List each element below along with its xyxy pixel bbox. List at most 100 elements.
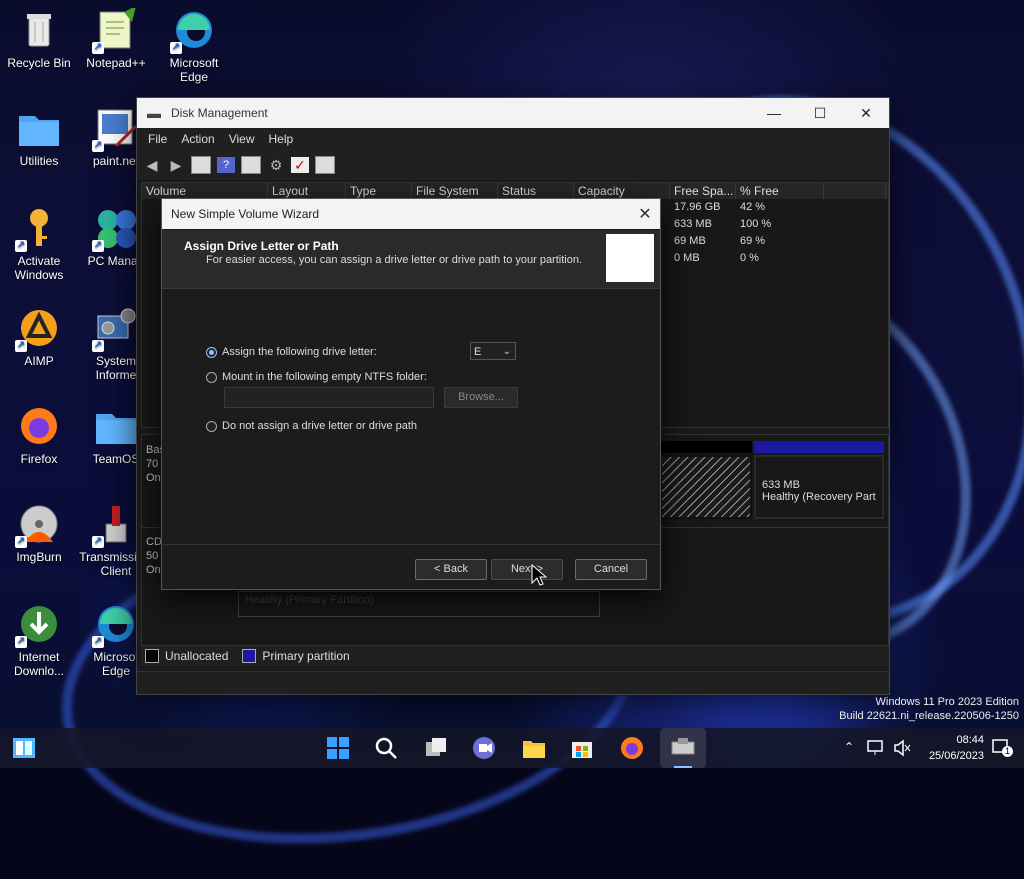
paint-net-icon: ↗	[92, 106, 138, 152]
disk-management-taskbar-button[interactable]	[660, 728, 706, 768]
chevron-up-icon[interactable]: ⌃	[844, 740, 858, 754]
watermark-build: Build 22621.ni_release.220506-1250	[839, 710, 1019, 722]
desktop-icon-label: Utilities	[19, 154, 59, 168]
column-type[interactable]: Type	[346, 183, 412, 199]
desktop-icon-microsoft-edge[interactable]: ↗ Microsoft Edge	[156, 8, 232, 84]
desktop-icon-label: Notepad++	[86, 56, 146, 70]
mount-folder-option[interactable]: Mount in the following empty NTFS folder…	[206, 371, 427, 383]
browse-button[interactable]: Browse...	[444, 387, 518, 408]
system-info-icon: ↗	[92, 306, 138, 352]
wizard-titlebar[interactable]: New Simple Volume Wizard ✕	[162, 199, 660, 229]
assign-drive-letter-radio[interactable]	[206, 346, 217, 358]
start-icon[interactable]	[326, 736, 350, 760]
notification-icon[interactable]: 1	[992, 738, 1014, 758]
column-volume[interactable]: Volume	[142, 183, 268, 199]
column-file-system[interactable]: File System	[412, 183, 498, 199]
wizard-header: Assign Drive Letter or Path For easier a…	[162, 230, 660, 289]
back-arrow-icon[interactable]: ◀	[143, 157, 161, 173]
menu-view[interactable]: View	[222, 132, 262, 146]
recovery-partition-status: Healthy (Recovery Part	[762, 491, 876, 503]
column-percent-free[interactable]: % Free	[736, 183, 824, 199]
mount-folder-path-input[interactable]	[224, 387, 434, 408]
desktop-icon-label: Microsoft Edge	[169, 56, 219, 84]
folder-icon	[94, 404, 138, 448]
microsoft-store-icon[interactable]	[570, 736, 594, 760]
system-clock[interactable]: 08:44 25/06/2023	[929, 732, 984, 764]
firefox-icon	[17, 404, 61, 448]
show-hide-pane-icon[interactable]	[191, 156, 211, 174]
column-spacer	[824, 183, 886, 199]
drive-letter-select[interactable]: E ⌄	[470, 342, 516, 360]
connect-icon[interactable]: ⚙	[267, 157, 285, 173]
desktop-icon-notepad-plus-plus[interactable]: ↗ Notepad++	[78, 6, 154, 70]
shortcut-arrow-icon: ↗	[15, 536, 27, 548]
menu-help[interactable]: Help	[262, 132, 301, 146]
task-view-icon[interactable]	[424, 736, 448, 760]
notification-badge: 1	[1002, 746, 1013, 757]
column-free-space[interactable]: Free Spa...	[670, 183, 736, 199]
disk-management-titlebar[interactable]: ▬ Disk Management — ☐ ✕	[137, 98, 889, 128]
shortcut-arrow-icon: ↗	[15, 636, 27, 648]
column-capacity[interactable]: Capacity	[574, 183, 670, 199]
shortcut-arrow-icon: ↗	[92, 140, 104, 152]
wizard-title: New Simple Volume Wizard	[171, 207, 320, 221]
desktop-icon-label: Internet Downlo...	[13, 650, 65, 678]
mount-folder-radio[interactable]	[206, 371, 217, 383]
next-button[interactable]: Next >	[491, 559, 563, 580]
desktop-icon-firefox[interactable]: Firefox	[1, 404, 77, 466]
properties-icon[interactable]	[241, 156, 261, 174]
mount-folder-label: Mount in the following empty NTFS folder…	[222, 371, 427, 383]
minimize-button[interactable]: —	[751, 105, 797, 122]
unallocated-partition[interactable]	[660, 455, 752, 519]
speaker-muted-icon[interactable]	[892, 738, 912, 758]
desktop-icon-aimp[interactable]: ↗ AIMP	[1, 306, 77, 368]
primary-swatch	[242, 649, 257, 663]
widgets-icon[interactable]	[12, 736, 36, 760]
desktop-icon-imgburn[interactable]: ↗ ImgBurn	[1, 502, 77, 564]
column-layout[interactable]: Layout	[268, 183, 346, 199]
wizard-close-button[interactable]: ✕	[630, 204, 660, 224]
firefox-taskbar-icon[interactable]	[620, 736, 644, 760]
toolbar: ◀ ▶ ? ⚙ ✓	[137, 150, 889, 180]
forward-arrow-icon[interactable]: ▶	[167, 157, 185, 173]
free-space-cell: 633 MB	[674, 218, 712, 230]
check-icon[interactable]: ✓	[291, 157, 309, 173]
close-button[interactable]: ✕	[843, 105, 889, 122]
mouse-cursor-icon	[531, 564, 547, 586]
back-button[interactable]: < Back	[415, 559, 487, 580]
recovery-partition[interactable]: 633 MB Healthy (Recovery Part	[754, 455, 884, 519]
assign-drive-letter-option[interactable]: Assign the following drive letter:	[206, 346, 377, 358]
desktop-icon-activate-windows[interactable]: ↗ Activate Windows	[1, 206, 77, 282]
shortcut-arrow-icon: ↗	[170, 42, 182, 54]
desktop-icon-label: ImgBurn	[16, 550, 62, 564]
menu-file[interactable]: File	[141, 132, 174, 146]
menu-action[interactable]: Action	[174, 132, 221, 146]
no-drive-letter-option[interactable]: Do not assign a drive letter or drive pa…	[206, 420, 417, 432]
network-icon[interactable]	[866, 738, 886, 758]
shortcut-arrow-icon: ↗	[15, 240, 27, 252]
no-drive-letter-label: Do not assign a drive letter or drive pa…	[222, 420, 418, 432]
chevron-down-icon: ⌄	[502, 346, 511, 357]
help-icon[interactable]: ?	[217, 157, 235, 173]
windows-watermark: Windows 11 Pro 2023 Edition Build 22621.…	[839, 695, 1019, 723]
percent-free-cell: 42 %	[740, 201, 766, 213]
percent-free-cell: 100 %	[740, 218, 772, 230]
column-status[interactable]: Status	[498, 183, 574, 199]
desktop-icon-utilities[interactable]: Utilities	[1, 106, 77, 168]
maximize-button[interactable]: ☐	[797, 105, 843, 122]
search-icon[interactable]	[374, 736, 398, 760]
desktop-icon-recycle-bin[interactable]: Recycle Bin	[1, 8, 77, 70]
file-explorer-icon[interactable]	[522, 736, 546, 760]
desktop-icon-internet-download-manager[interactable]: ↗ Internet Downlo...	[1, 602, 77, 678]
menu-bar: File Action View Help	[137, 128, 889, 150]
legend-primary: Primary partition	[262, 649, 350, 663]
clock-time: 08:44	[956, 734, 984, 746]
list-view-icon[interactable]	[315, 156, 335, 174]
desktop-icon-label: AIMP	[24, 354, 54, 368]
shortcut-arrow-icon: ↗	[92, 340, 104, 352]
cancel-button[interactable]: Cancel	[575, 559, 647, 580]
unallocated-swatch	[145, 649, 159, 663]
no-drive-letter-radio[interactable]	[206, 420, 217, 432]
primary-partition[interactable]: Healthy (Primary Partition)	[238, 591, 600, 617]
teams-chat-icon[interactable]	[472, 736, 496, 760]
